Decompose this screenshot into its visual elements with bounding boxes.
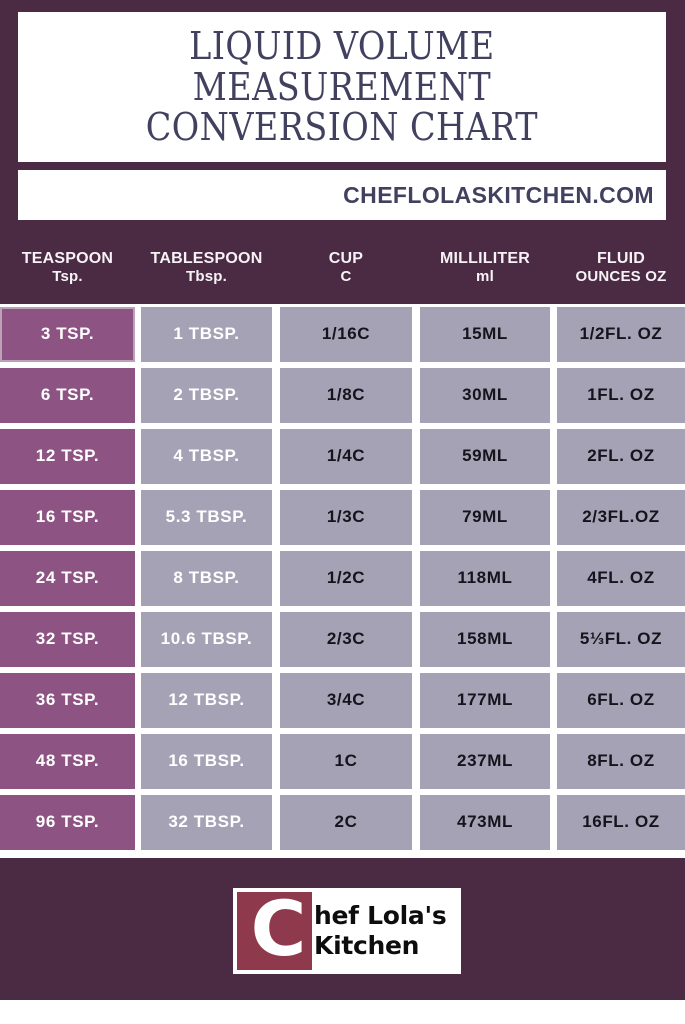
column-header-cup-line2: C [340, 267, 352, 285]
logo-wordmark: hef Lola's Kitchen [312, 888, 461, 974]
logo-line-2: Kitchen [314, 931, 420, 960]
cell-cup: 1/2C [280, 550, 412, 606]
column-header-milliliter-line1: MILLILITER [440, 250, 530, 268]
cell-cup: 2C [280, 794, 412, 850]
website-url: CHEFLOLASKITCHEN.COM [343, 181, 654, 208]
column-header-tablespoon: TABLESPOON Tbsp. [141, 232, 272, 304]
cell-fluid-ounces: 2FL. OZ [557, 428, 685, 484]
brand-logo[interactable]: C hef Lola's Kitchen [233, 888, 461, 974]
column-header-milliliter-line2: ml [476, 267, 494, 285]
cell-teaspoon: 24 TSP. [0, 550, 135, 606]
column-header-fluid-ounces: FLUID OUNCES OZ [557, 232, 685, 304]
cell-tablespoon: 16 TBSP. [141, 733, 272, 789]
column-header-cup: CUP C [280, 232, 412, 304]
cell-teaspoon: 12 TSP. [0, 428, 135, 484]
table-row: 48 TSP. 16 TBSP. 1C 237ML 8FL. OZ [0, 731, 685, 791]
logo-letter-c: C [250, 884, 307, 973]
table-row: 12 TSP. 4 TBSP. 1/4C 59ML 2FL. OZ [0, 426, 685, 486]
cell-cup: 2/3C [280, 611, 412, 667]
cell-milliliter: 15ML [420, 306, 550, 362]
cell-cup: 1/3C [280, 489, 412, 545]
cell-cup: 3/4C [280, 672, 412, 728]
cell-fluid-ounces: 8FL. OZ [557, 733, 685, 789]
cell-fluid-ounces: 4FL. OZ [557, 550, 685, 606]
cell-teaspoon: 48 TSP. [0, 733, 135, 789]
table-row: 32 TSP. 10.6 TBSP. 2/3C 158ML 5⅓FL. OZ [0, 609, 685, 669]
column-header-fluid-ounces-line1: FLUID [596, 250, 646, 268]
cell-milliliter: 473ML [420, 794, 550, 850]
cell-cup: 1/16C [280, 306, 412, 362]
table-row: 16 TSP. 5.3 TBSP. 1/3C 79ML 2/3FL.OZ [0, 487, 685, 547]
cell-teaspoon: 96 TSP. [0, 794, 135, 850]
column-header-teaspoon-line1: TEASPOON [21, 250, 114, 268]
conversion-chart-poster: LIQUID VOLUME MEASUREMENT CONVERSION CHA… [0, 0, 685, 1024]
cell-tablespoon: 1 TBSP. [141, 306, 272, 362]
column-header-cup-line1: CUP [328, 250, 364, 268]
table-row: 24 TSP. 8 TBSP. 1/2C 118ML 4FL. OZ [0, 548, 685, 608]
cell-fluid-ounces: 2/3FL.OZ [557, 489, 685, 545]
cell-cup: 1C [280, 733, 412, 789]
table-body: 3 TSP. 1 TBSP. 1/16C 15ML 1/2FL. OZ 6 TSP. 2 T… [0, 304, 685, 850]
cell-cup: 1/4C [280, 428, 412, 484]
page-title: LIQUID VOLUME MEASUREMENT CONVERSION CHA… [145, 24, 539, 150]
cell-teaspoon: 16 TSP. [0, 489, 135, 545]
cell-tablespoon: 12 TBSP. [141, 672, 272, 728]
table-row: 36 TSP. 12 TBSP. 3/4C 177ML 6FL. OZ [0, 670, 685, 730]
cell-teaspoon: 32 TSP. [0, 611, 135, 667]
cell-milliliter: 158ML [420, 611, 550, 667]
cell-tablespoon: 8 TBSP. [141, 550, 272, 606]
column-header-fluid-ounces-line2: OUNCES OZ [575, 267, 667, 285]
column-header-tablespoon-line1: TABLESPOON [150, 250, 263, 268]
website-panel: CHEFLOLASKITCHEN.COM [18, 170, 666, 220]
logo-mark-icon: C [237, 884, 312, 973]
column-header-teaspoon-line2: Tsp. [52, 267, 83, 285]
cell-fluid-ounces: 16FL. OZ [557, 794, 685, 850]
cell-fluid-ounces: 1FL. OZ [557, 367, 685, 423]
cell-fluid-ounces: 5⅓FL. OZ [557, 611, 685, 667]
table-row: 6 TSP. 2 TBSP. 1/8C 30ML 1FL. OZ [0, 365, 685, 425]
cell-milliliter: 59ML [420, 428, 550, 484]
cell-teaspoon: 36 TSP. [0, 672, 135, 728]
cell-tablespoon: 5.3 TBSP. [141, 489, 272, 545]
cell-milliliter: 118ML [420, 550, 550, 606]
cell-milliliter: 79ML [420, 489, 550, 545]
cell-tablespoon: 10.6 TBSP. [141, 611, 272, 667]
cell-milliliter: 30ML [420, 367, 550, 423]
cell-fluid-ounces: 1/2FL. OZ [557, 306, 685, 362]
table-row: 3 TSP. 1 TBSP. 1/16C 15ML 1/2FL. OZ [0, 304, 685, 364]
cell-milliliter: 177ML [420, 672, 550, 728]
cell-tablespoon: 2 TBSP. [141, 367, 272, 423]
logo-line-1: hef Lola's [314, 900, 447, 930]
column-header-tablespoon-line2: Tbsp. [186, 267, 227, 285]
cell-teaspoon: 6 TSP. [0, 367, 135, 423]
cell-teaspoon: 3 TSP. [0, 306, 135, 362]
table-row: 96 TSP. 32 TBSP. 2C 473ML 16FL. OZ [0, 792, 685, 852]
column-header-teaspoon: TEASPOON Tsp. [0, 232, 135, 304]
cell-milliliter: 237ML [420, 733, 550, 789]
cell-cup: 1/8C [280, 367, 412, 423]
cell-fluid-ounces: 6FL. OZ [557, 672, 685, 728]
cell-tablespoon: 4 TBSP. [141, 428, 272, 484]
title-panel: LIQUID VOLUME MEASUREMENT CONVERSION CHA… [18, 12, 666, 162]
column-header-milliliter: MILLILITER ml [420, 232, 550, 304]
table-header-row: TEASPOON Tsp. TABLESPOON Tbsp. CUP C MIL… [0, 232, 685, 304]
cell-tablespoon: 32 TBSP. [141, 794, 272, 850]
